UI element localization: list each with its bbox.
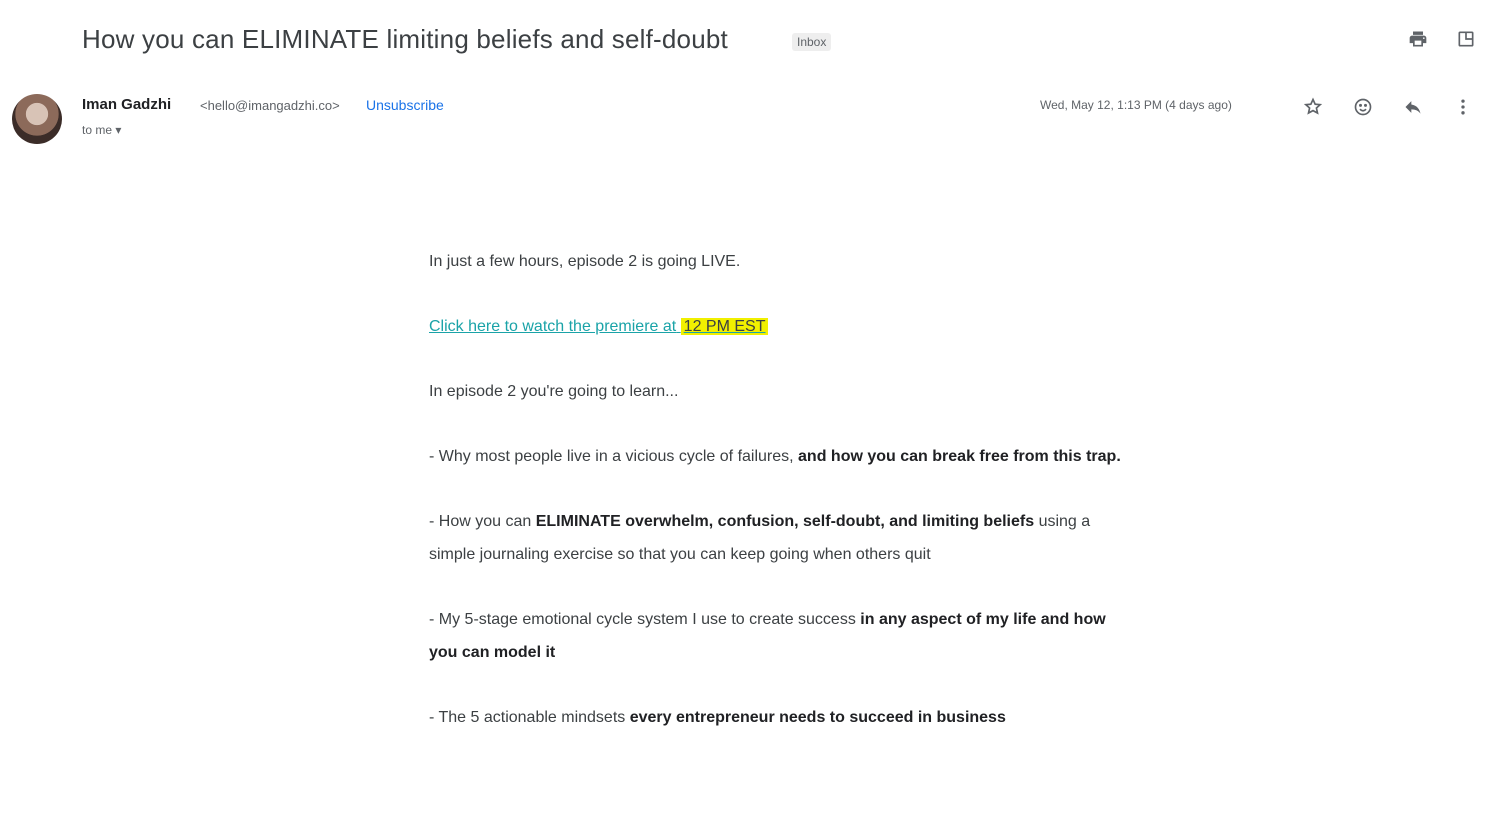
bullet-2-text: - How you can — [429, 513, 536, 530]
sender-row: Iman Gadzhi <hello@imangadzhi.co> Unsubs… — [0, 88, 1497, 148]
premiere-link[interactable]: Click here to watch the premiere at 12 P… — [429, 318, 769, 335]
inbox-label-chip[interactable]: Inbox — [792, 33, 832, 51]
open-in-new-window-icon[interactable] — [1455, 28, 1477, 50]
more-vert-icon[interactable] — [1452, 96, 1474, 118]
bullet-1: - Why most people live in a vicious cycl… — [429, 440, 1129, 473]
email-subject: How you can ELIMINATE limiting beliefs a… — [82, 24, 728, 54]
emoji-reaction-icon[interactable] — [1352, 96, 1374, 118]
email-date: Wed, May 12, 1:13 PM (4 days ago) — [1040, 98, 1232, 112]
email-body: In just a few hours, episode 2 is going … — [429, 245, 1129, 766]
bullet-1-text: - Why most people live in a vicious cycl… — [429, 448, 799, 465]
unsubscribe-link[interactable]: Unsubscribe — [366, 97, 444, 113]
bullet-4-bold: every entrepreneur needs to succeed in b… — [629, 709, 1006, 726]
sender-name[interactable]: Iman Gadzhi — [82, 96, 171, 113]
print-icon[interactable] — [1407, 28, 1429, 50]
sender-avatar[interactable] — [12, 94, 62, 144]
premiere-link-text: Click here to watch the premiere at — [429, 318, 677, 335]
star-icon[interactable] — [1302, 96, 1324, 118]
premiere-link-paragraph: Click here to watch the premiere at 12 P… — [429, 310, 1129, 343]
bullet-1-bold: and how you can break free from this tra… — [798, 448, 1121, 465]
lead-in-paragraph: In episode 2 you're going to learn... — [429, 375, 1129, 408]
bullet-3: - My 5-stage emotional cycle system I us… — [429, 603, 1129, 669]
lead-in-text: In episode 2 you're going to learn... — [429, 383, 679, 400]
recipient-details-toggle[interactable]: to me ▾ — [82, 123, 121, 137]
sender-email: <hello@imangadzhi.co> — [200, 98, 340, 113]
bullet-4: - The 5 actionable mindsets every entrep… — [429, 701, 1129, 734]
intro-text: In just a few hours, episode 2 is going … — [429, 253, 741, 270]
subject-bar: How you can ELIMINATE limiting beliefs a… — [0, 0, 1497, 84]
message-actions — [1302, 96, 1474, 118]
reply-icon[interactable] — [1402, 96, 1424, 118]
bullet-2-bold: ELIMINATE overwhelm, confusion, self-dou… — [535, 513, 1035, 530]
bullet-4-text: - The 5 actionable mindsets — [429, 709, 630, 726]
bullet-3-text: - My 5-stage emotional cycle system I us… — [429, 611, 861, 628]
intro-paragraph: In just a few hours, episode 2 is going … — [429, 245, 1129, 278]
premiere-time-highlight: 12 PM EST — [680, 318, 769, 335]
subject-toolbar — [1407, 28, 1477, 50]
bullet-2: - How you can ELIMINATE overwhelm, confu… — [429, 505, 1129, 571]
